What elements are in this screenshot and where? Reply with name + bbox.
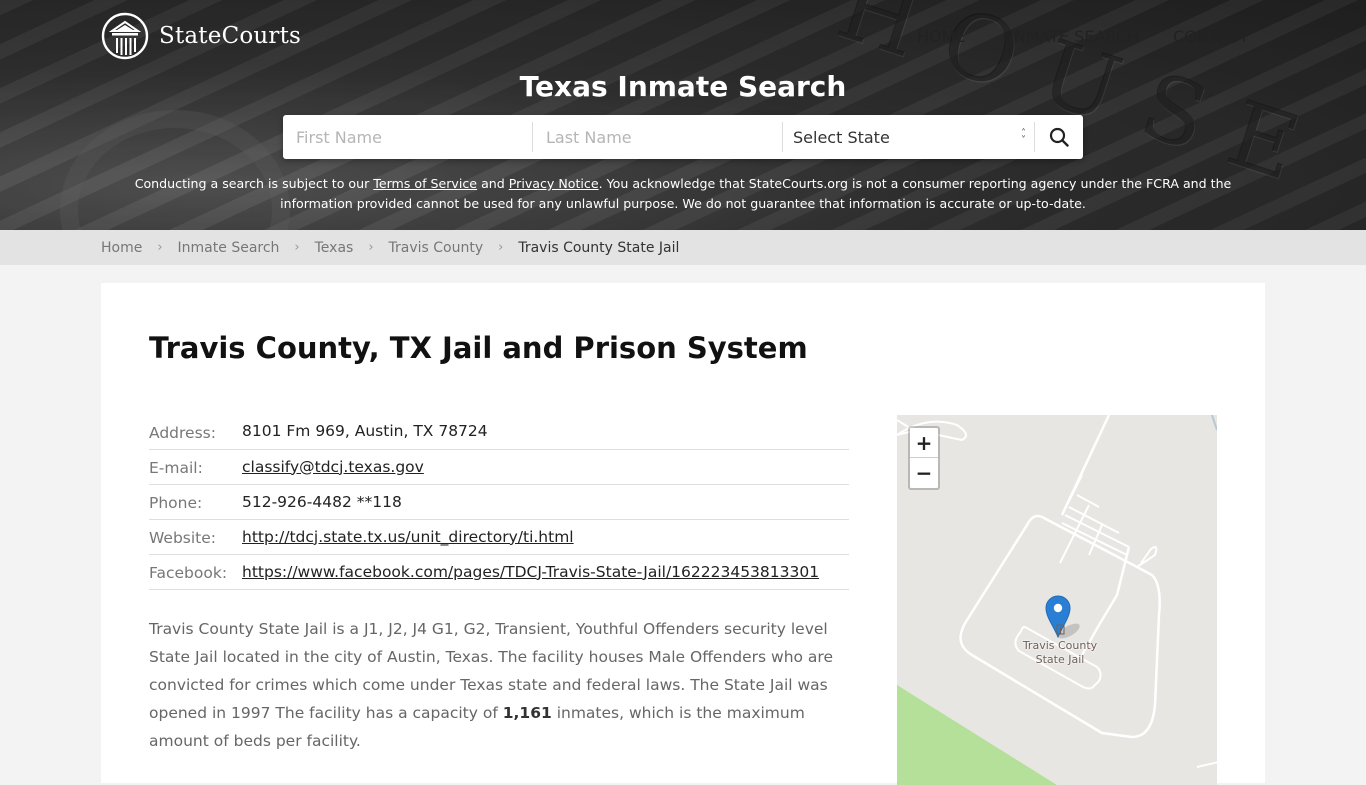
capacity-value: 1,161: [502, 704, 552, 722]
info-label: Website:: [149, 519, 242, 555]
inmate-search-form: Select State ˄˅: [283, 115, 1083, 159]
map-zoom-out-button[interactable]: −: [910, 458, 938, 488]
hero-header: HOUSE StateCourts HOME INMATE SEARCH CON…: [0, 0, 1366, 230]
first-name-input[interactable]: [283, 122, 533, 152]
nav-contact[interactable]: CONTACT: [1173, 27, 1366, 46]
select-arrows-icon: ˄ ˅: [1021, 128, 1026, 146]
chevron-right-icon: ›: [498, 240, 504, 255]
info-label: Phone:: [149, 484, 242, 520]
breadcrumb-inmate-search[interactable]: Inmate Search: [178, 240, 280, 256]
search-button[interactable]: [1035, 115, 1083, 159]
breadcrumb-home[interactable]: Home: [101, 240, 142, 256]
map-zoom-in-button[interactable]: +: [910, 428, 938, 458]
info-row-facebook: Facebook: https://www.facebook.com/pages…: [149, 554, 849, 590]
website-link[interactable]: http://tdcj.state.tx.us/unit_directory/t…: [242, 528, 574, 546]
hero-title: Texas Inmate Search: [519, 70, 847, 103]
facebook-link[interactable]: https://www.facebook.com/pages/TDCJ-Trav…: [242, 563, 819, 581]
state-select[interactable]: Select State ˄ ˅: [783, 122, 1035, 152]
chevron-right-icon: ›: [368, 240, 374, 255]
email-link[interactable]: classify@tdcj.texas.gov: [242, 458, 424, 476]
terms-of-service-link[interactable]: Terms of Service: [373, 176, 477, 191]
search-disclaimer: Conducting a search is subject to our Te…: [134, 176, 1232, 211]
courthouse-logo-icon: [101, 12, 149, 60]
search-icon: [1049, 127, 1069, 147]
map-place-label: Travis County State Jail: [1022, 639, 1098, 666]
info-row-phone: Phone: 512-926-4482 **118: [149, 484, 849, 520]
facility-map[interactable]: + − Travis County State Jail: [897, 415, 1217, 785]
site-logo-text: StateCourts: [159, 23, 302, 49]
breadcrumb: Home › Inmate Search › Texas › Travis Co…: [0, 230, 1366, 265]
facility-info-table: Address: 8101 Fm 969, Austin, TX 78724 E…: [149, 414, 849, 590]
facility-card: Travis County, TX Jail and Prison System…: [101, 283, 1265, 785]
map-zoom-control: + −: [908, 426, 940, 490]
info-row-address: Address: 8101 Fm 969, Austin, TX 78724: [149, 414, 849, 450]
state-select-value: Select State: [793, 127, 890, 147]
phone-value: 512-926-4482 **118: [242, 484, 849, 520]
info-label: Address:: [149, 414, 242, 450]
map-park-area: [897, 685, 1057, 785]
address-value: 8101 Fm 969, Austin, TX 78724: [242, 414, 849, 450]
facility-description: Travis County State Jail is a J1, J2, J4…: [149, 620, 833, 750]
map-tiles: [897, 415, 1217, 785]
chevron-right-icon: ›: [294, 240, 300, 255]
chevron-right-icon: ›: [157, 240, 163, 255]
site-logo[interactable]: StateCourts: [101, 12, 301, 60]
info-label: E-mail:: [149, 449, 242, 485]
breadcrumb-travis-county[interactable]: Travis County: [389, 240, 484, 256]
breadcrumb-current: Travis County State Jail: [518, 239, 680, 256]
info-row-website: Website: http://tdcj.state.tx.us/unit_di…: [149, 519, 849, 555]
page-title: Travis County, TX Jail and Prison System: [149, 331, 808, 365]
info-row-email: E-mail: classify@tdcj.texas.gov: [149, 449, 849, 485]
breadcrumb-texas[interactable]: Texas: [315, 240, 354, 256]
last-name-input[interactable]: [533, 122, 783, 152]
privacy-notice-link[interactable]: Privacy Notice: [509, 176, 599, 191]
info-label: Facebook:: [149, 554, 242, 590]
